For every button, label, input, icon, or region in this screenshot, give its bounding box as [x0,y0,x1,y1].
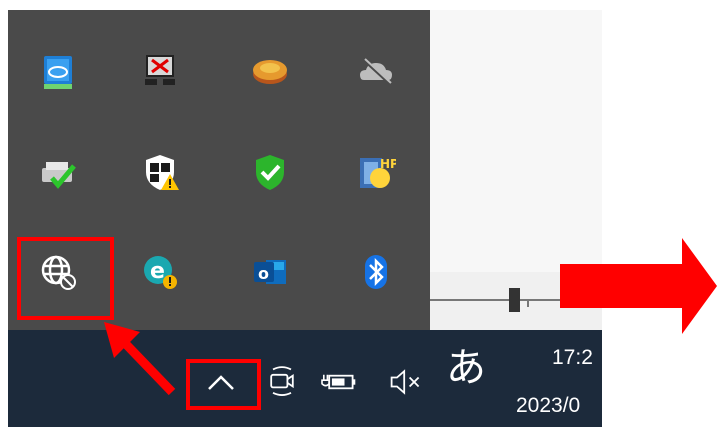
hp-app-icon[interactable]: HP [354,150,398,194]
page-margin [602,0,717,430]
speaker-muted-icon[interactable] [384,362,428,402]
printer-check-icon[interactable] [36,150,80,194]
svg-text:HP: HP [380,157,396,171]
windows-security-warning-icon[interactable] [138,150,182,194]
clock-time[interactable]: 17:2 [552,346,593,370]
taskbar [8,330,602,427]
bluetooth-icon[interactable] [354,250,398,294]
network-disconnected-icon[interactable] [138,50,182,94]
intel-graphics-icon[interactable] [36,50,80,94]
outlook-icon[interactable]: o [248,250,292,294]
battery-charging-icon[interactable] [318,362,362,402]
meet-now-icon[interactable] [262,362,302,402]
background-window-content [430,10,602,272]
highlight-box-globe [17,237,114,320]
highlight-box-chevron [186,359,261,410]
eset-warning-icon[interactable]: e [138,250,182,294]
ime-mode-indicator[interactable]: あ [446,348,486,388]
red-diagonal-arrow [104,322,176,396]
orange-disk-icon[interactable] [248,50,292,94]
slider-thumb[interactable] [509,288,520,312]
slider-tick [527,301,529,307]
svg-text:e: e [150,259,165,284]
clock-date[interactable]: 2023/0 [516,394,580,418]
svg-text:o: o [258,264,269,283]
red-right-arrow [560,238,717,334]
shield-check-icon[interactable] [248,150,292,194]
onedrive-offline-icon[interactable] [354,50,398,94]
